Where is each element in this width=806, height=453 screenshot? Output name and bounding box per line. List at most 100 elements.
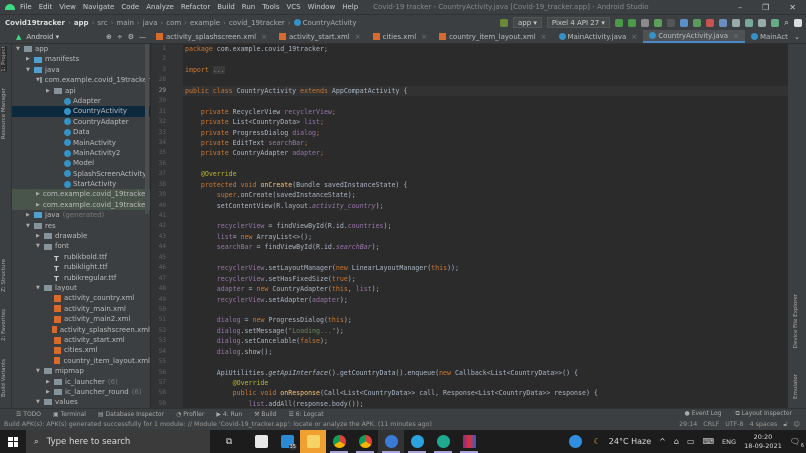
search-icon[interactable]: ⌕ <box>784 18 789 28</box>
tree-item[interactable]: ▶ java (generated) <box>12 210 150 220</box>
tree-item[interactable]: Adapter <box>12 96 150 106</box>
tab-cities-xml[interactable]: cities.xml × <box>367 30 433 43</box>
code-line[interactable]: super.onCreate(savedInstanceState); <box>183 190 788 200</box>
task-view-button[interactable]: ⧉ <box>216 430 242 453</box>
android-studio-app[interactable] <box>378 430 404 453</box>
code-line[interactable]: ApiUtilities.getApiInterface().getCountr… <box>183 368 788 378</box>
menu-item-view[interactable]: View <box>59 3 76 11</box>
expanded-arrow-icon[interactable]: ▼ <box>16 44 24 54</box>
expanded-arrow-icon[interactable]: ▼ <box>26 65 34 75</box>
device-select[interactable]: Pixel 4 API 27 ▾ <box>546 17 610 28</box>
stop-icon[interactable] <box>705 18 714 27</box>
tab-activity-start-xml[interactable]: activity_start.xml × <box>273 30 367 43</box>
minimize-button[interactable]: – <box>738 3 742 12</box>
close-tab-icon[interactable]: × <box>421 33 427 41</box>
tree-item[interactable]: ▼ values <box>12 397 150 407</box>
tool-window-button[interactable]: ☰ TODO <box>16 411 41 418</box>
device-file-explorer-tool-button[interactable]: Device File Explorer <box>793 294 799 348</box>
code-line[interactable]: private RecyclerView recyclerView; <box>183 107 788 117</box>
close-tab-icon[interactable]: × <box>541 33 547 41</box>
code-line[interactable]: recyclerView.setAdapter(adapter); <box>183 295 788 305</box>
tree-item[interactable]: ▶ ic_launcher_round (6) <box>12 387 150 397</box>
code-line[interactable]: @Override <box>183 378 788 388</box>
collapse-icon[interactable]: ÷ <box>117 33 123 41</box>
smiley-icon[interactable]: ☺ <box>793 421 800 429</box>
tool-window-button[interactable]: ⚒ Build <box>254 411 276 418</box>
tool-window-button[interactable]: ▶ 4: Run <box>216 411 242 418</box>
menu-item-code[interactable]: Code <box>121 3 139 11</box>
menu-item-navigate[interactable]: Navigate <box>83 3 114 11</box>
tree-item[interactable]: ▼ com.example.covid_19tracker <box>12 75 150 85</box>
breadcrumb-item[interactable]: main <box>116 19 134 27</box>
battery-icon[interactable]: ▭ <box>687 437 695 446</box>
help-app[interactable] <box>562 430 588 453</box>
tree-item[interactable]: ▶ api <box>12 86 150 96</box>
code-line[interactable]: protected void onCreate(Bundle savedInst… <box>183 180 788 190</box>
code-line[interactable]: import ... <box>183 65 788 75</box>
tree-item[interactable]: ▶com.example.covid_19tracker(androidTest… <box>12 189 150 200</box>
tree-item[interactable]: ▶ ic_launcher (6) <box>12 377 150 387</box>
project-view-select[interactable]: Android ▾ <box>26 33 59 41</box>
attach-process-icon[interactable] <box>692 18 701 27</box>
code-line[interactable]: package com.example.covid_19tracker; <box>183 44 788 54</box>
close-tab-icon[interactable]: × <box>631 33 637 41</box>
tree-item[interactable]: activity_start.xml <box>12 335 150 345</box>
code-line[interactable]: dialog = new ProgressDialog(this); <box>183 315 788 325</box>
code-line[interactable]: dialog.setCancelable(false); <box>183 336 788 346</box>
status-message[interactable]: Build APK(s): APK(s) generated successfu… <box>4 421 432 428</box>
expanded-arrow-icon[interactable]: ▼ <box>36 366 44 376</box>
indent-setting[interactable]: 4 spaces <box>750 421 778 429</box>
tree-item[interactable]: cities.xml <box>12 345 150 355</box>
code-line[interactable]: private ProgressDialog dialog; <box>183 128 788 138</box>
avd-manager-icon[interactable] <box>731 18 740 27</box>
menu-item-help[interactable]: Help <box>342 3 358 11</box>
file-encoding[interactable]: UTF-8 <box>725 421 743 429</box>
close-tab-icon[interactable]: × <box>733 32 739 40</box>
code-line[interactable]: public void onResponse(Call<List<Country… <box>183 388 788 398</box>
telegram-app[interactable] <box>404 430 430 453</box>
expanded-arrow-icon[interactable]: ▼ <box>26 221 34 231</box>
tree-item[interactable]: ▼ res <box>12 221 150 231</box>
collapsed-arrow-icon[interactable]: ▶ <box>36 189 40 199</box>
tab-country-item-layout-xml[interactable]: country_item_layout.xml × <box>433 30 552 43</box>
code-line[interactable]: @Override <box>183 169 788 179</box>
expanded-arrow-icon[interactable]: ▼ <box>36 283 44 293</box>
code-line[interactable]: list= new ArrayList<>(); <box>183 232 788 242</box>
code-line[interactable]: recyclerView = findViewById(R.id.countri… <box>183 221 788 231</box>
weather-text[interactable]: 24°C Haze <box>609 437 651 446</box>
code-line[interactable] <box>183 211 788 221</box>
tool-window-button[interactable]: ◔ Profiler <box>176 411 204 418</box>
keyboard-icon[interactable]: ⌨ <box>703 437 715 446</box>
tool-window-button[interactable]: ☰ 6: Logcat <box>288 411 323 418</box>
code-line[interactable]: private List<CountryData> list; <box>183 117 788 127</box>
device-manager-icon[interactable] <box>757 18 766 27</box>
code-line[interactable] <box>183 305 788 315</box>
tree-item[interactable]: CountryActivity <box>12 106 150 117</box>
notifications-button[interactable]: 🗨︎ 6 <box>790 437 804 449</box>
profile-icon[interactable] <box>679 18 688 27</box>
tool-window-button[interactable]: ⧉ Layout Inspector <box>736 410 792 418</box>
project-scrollbar[interactable] <box>145 44 149 214</box>
breadcrumb-item[interactable]: java <box>143 19 158 27</box>
breadcrumb-item[interactable]: example <box>190 19 220 27</box>
close-tab-icon[interactable]: × <box>355 33 361 41</box>
caret-position[interactable]: 29:14 <box>679 421 697 429</box>
run-tests-icon[interactable] <box>640 18 649 27</box>
code-line[interactable]: public class CountryActivity extends App… <box>183 85 788 97</box>
line-separator[interactable]: CRLF <box>703 421 719 429</box>
tree-item[interactable]: activity_main.xml <box>12 304 150 314</box>
code-line[interactable]: private CountryAdapter adapter; <box>183 148 788 158</box>
code-line[interactable]: dialog.setMessage("Loading..."); <box>183 326 788 336</box>
tree-item[interactable]: Trubikbold.ttf <box>12 252 150 263</box>
apply-changes-icon[interactable] <box>627 18 636 27</box>
tree-item[interactable]: activity_splashscreen.xml <box>12 325 150 335</box>
tabs-overflow-icon[interactable]: ⌄ <box>788 33 806 41</box>
emulator-tool-button[interactable]: Emulator <box>793 374 799 399</box>
code-line[interactable] <box>183 54 788 64</box>
tree-item[interactable]: ▶com.example.covid_19tracker(test) <box>12 199 150 211</box>
code-line[interactable]: list.addAll(response.body()); <box>183 399 788 408</box>
breadcrumb-item[interactable]: covid_19tracker <box>229 19 285 27</box>
sync-app[interactable] <box>430 430 456 453</box>
make-project-icon[interactable] <box>499 18 508 27</box>
breadcrumb-item[interactable]: Covid19tracker <box>5 19 65 27</box>
